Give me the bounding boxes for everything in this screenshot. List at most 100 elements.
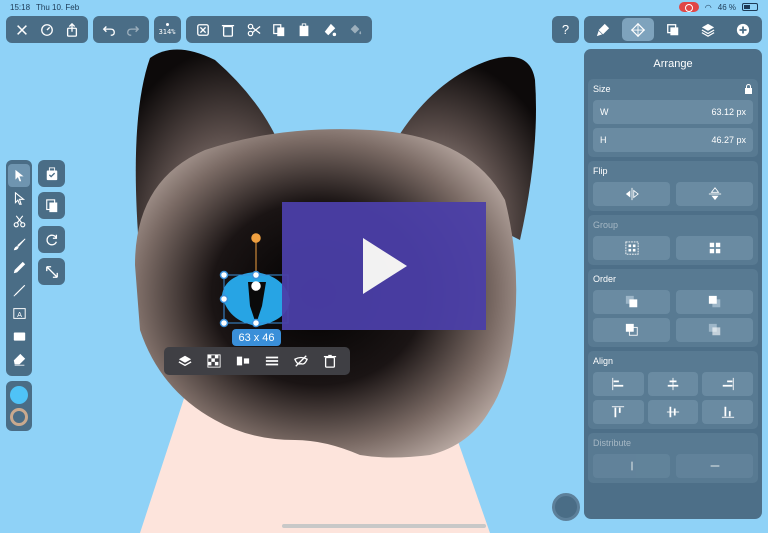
- order-section: Order: [588, 269, 758, 347]
- zoom-indicator-dot: [165, 23, 169, 26]
- delete-selection-icon: [196, 23, 209, 36]
- align-center-v-button[interactable]: [647, 400, 699, 424]
- order-title: Order: [593, 274, 617, 284]
- fill-button[interactable]: [317, 16, 342, 43]
- rectangle-tool[interactable]: [8, 325, 30, 348]
- delete-selection-button[interactable]: [190, 16, 215, 43]
- paste-button[interactable]: [292, 16, 317, 43]
- cat-pupil: [248, 282, 266, 324]
- ctx-align-button[interactable]: [260, 348, 284, 375]
- ctx-distribute-button[interactable]: [231, 348, 255, 375]
- ctx-checker-button[interactable]: [202, 348, 226, 375]
- video-play-overlay[interactable]: [282, 202, 486, 330]
- distribute-horizontal-button[interactable]: [593, 454, 670, 478]
- height-field[interactable]: H 46.27 px: [593, 128, 753, 152]
- zoom-toolbar: 314%: [154, 16, 181, 43]
- cat-body: [140, 380, 490, 533]
- width-field[interactable]: W 63.12 px: [593, 100, 753, 124]
- send-to-back-button[interactable]: [676, 318, 753, 342]
- brush-tool[interactable]: [8, 233, 30, 256]
- flip-vertical-button[interactable]: [676, 182, 753, 206]
- send-backward-icon: [625, 323, 638, 336]
- text-tool[interactable]: A: [8, 302, 30, 325]
- align-bottom-button[interactable]: [702, 400, 754, 424]
- fill-color-swatch[interactable]: [10, 386, 28, 404]
- tab-add[interactable]: [727, 18, 759, 41]
- zoom-button[interactable]: 314%: [154, 16, 180, 43]
- ctx-layers-button[interactable]: [173, 348, 197, 375]
- tab-style[interactable]: [587, 18, 619, 41]
- align-center-h-button[interactable]: [647, 372, 699, 396]
- ctx-mask-button[interactable]: [289, 348, 313, 375]
- tab-arrange[interactable]: [622, 18, 655, 41]
- tools-palette: A: [6, 160, 32, 376]
- status-bar: 15:18 Thu 10. Feb ◠ 46 %: [0, 0, 768, 14]
- copy-button[interactable]: [266, 16, 291, 43]
- select-tool[interactable]: [8, 164, 30, 187]
- status-time: 15:18: [10, 3, 31, 12]
- width-label: W: [600, 107, 609, 117]
- cut-button[interactable]: [241, 16, 266, 43]
- pencil-tool[interactable]: [8, 256, 30, 279]
- distribute-title: Distribute: [593, 438, 632, 448]
- align-icon: [265, 356, 278, 366]
- snap-button[interactable]: [38, 160, 65, 187]
- direct-select-tool[interactable]: [8, 187, 30, 210]
- align-top-button[interactable]: [593, 400, 644, 424]
- flip-vertical-icon: [708, 187, 721, 201]
- close-button[interactable]: [10, 16, 35, 43]
- share-button[interactable]: [59, 16, 84, 43]
- direct-select-icon: [14, 192, 25, 205]
- align-right-button[interactable]: [702, 372, 754, 396]
- selection-size-label: 63 x 46: [232, 329, 281, 346]
- tab-pathfinder[interactable]: [657, 18, 689, 41]
- text-icon: A: [12, 308, 26, 319]
- send-to-back-icon: [708, 323, 720, 336]
- clone-button[interactable]: [38, 192, 65, 219]
- pen-tool[interactable]: [8, 279, 30, 302]
- group-button[interactable]: [593, 236, 670, 260]
- bring-forward-button[interactable]: [676, 290, 753, 314]
- distribute-vertical-button[interactable]: [676, 454, 753, 478]
- help-button[interactable]: ?: [552, 16, 579, 43]
- resize-button[interactable]: [38, 258, 65, 285]
- send-backward-button[interactable]: [593, 318, 670, 342]
- paste-icon: [300, 22, 309, 36]
- trash-button[interactable]: [215, 16, 240, 43]
- zoom-label: 314%: [158, 28, 176, 36]
- history-toolbar: [93, 16, 149, 43]
- tab-layers[interactable]: [692, 18, 724, 41]
- flip-horizontal-icon: [625, 187, 639, 201]
- ungroup-button[interactable]: [676, 236, 753, 260]
- undo-icon: [102, 25, 115, 36]
- paint-bucket-button[interactable]: [343, 16, 368, 43]
- redo-button[interactable]: [121, 16, 145, 43]
- ctx-delete-button[interactable]: [318, 348, 342, 375]
- file-toolbar: [6, 16, 88, 43]
- snap-icon: [46, 166, 57, 180]
- cat-eye: [222, 272, 290, 326]
- checker-icon: [206, 354, 221, 368]
- floating-action-button[interactable]: [552, 493, 580, 521]
- add-icon: [736, 23, 749, 36]
- group-title: Group: [593, 220, 619, 230]
- settings-button[interactable]: [35, 16, 60, 43]
- eraser-tool[interactable]: [8, 348, 30, 371]
- clone-icon: [45, 198, 57, 212]
- bring-forward-icon: [708, 295, 720, 308]
- align-bottom-icon: [721, 406, 734, 418]
- undo-button[interactable]: [97, 16, 121, 43]
- cat-ear-left: [135, 49, 275, 260]
- lock-icon[interactable]: [744, 84, 753, 94]
- align-left-icon: [612, 377, 624, 391]
- flip-horizontal-button[interactable]: [593, 182, 670, 206]
- scissors-tool[interactable]: [8, 210, 30, 233]
- align-left-button[interactable]: [593, 372, 644, 396]
- text-tool-glyph: A: [17, 310, 22, 319]
- group-section: Group: [588, 215, 758, 265]
- rotate-button[interactable]: [38, 226, 65, 253]
- bring-to-front-button[interactable]: [593, 290, 670, 314]
- trash-icon: [222, 24, 235, 37]
- size-title: Size: [593, 84, 611, 94]
- stroke-color-swatch[interactable]: [10, 408, 28, 426]
